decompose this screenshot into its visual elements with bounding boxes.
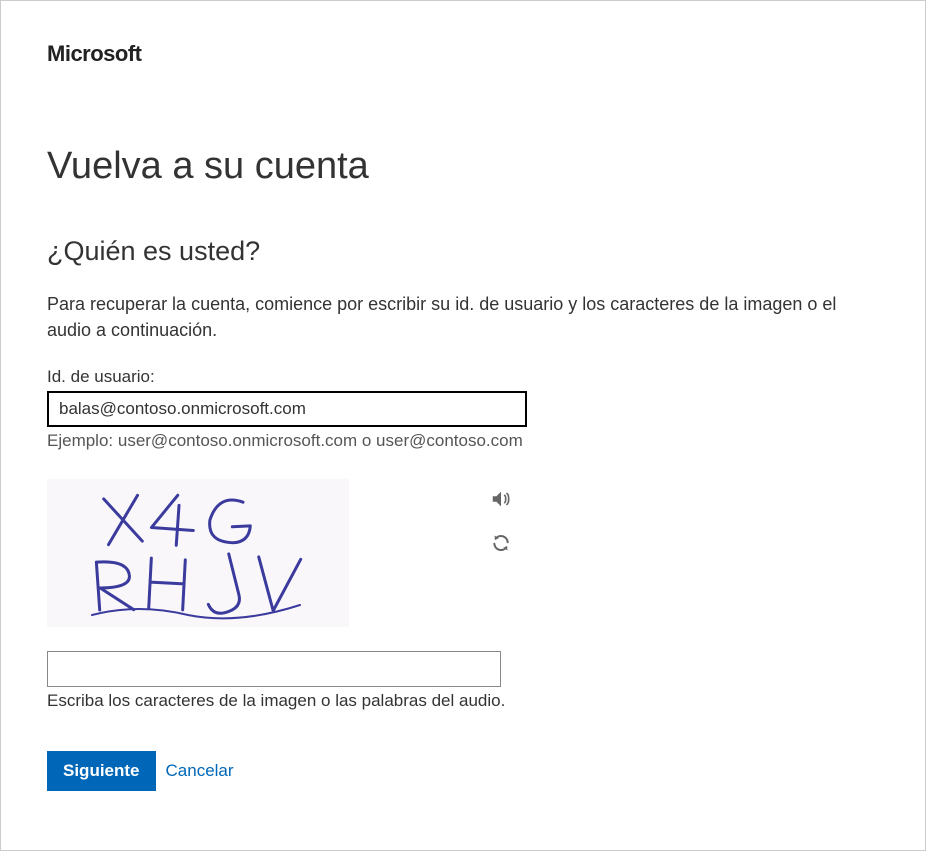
section-title: ¿Quién es usted? [47,236,879,267]
refresh-icon[interactable] [489,531,513,555]
captcha-image [47,479,349,627]
speaker-icon[interactable] [489,487,513,511]
user-id-label: Id. de usuario: [47,367,879,387]
brand-logo: Microsoft [47,41,879,67]
user-id-example: Ejemplo: user@contoso.onmicrosoft.com o … [47,431,879,451]
next-button[interactable]: Siguiente [47,751,156,791]
user-id-input[interactable] [47,391,527,427]
instruction-text: Para recuperar la cuenta, comience por e… [47,291,879,343]
captcha-input[interactable] [47,651,501,687]
cancel-link[interactable]: Cancelar [166,761,234,781]
captcha-instruction: Escriba los caracteres de la imagen o la… [47,691,879,711]
page-title: Vuelva a su cuenta [47,145,879,188]
